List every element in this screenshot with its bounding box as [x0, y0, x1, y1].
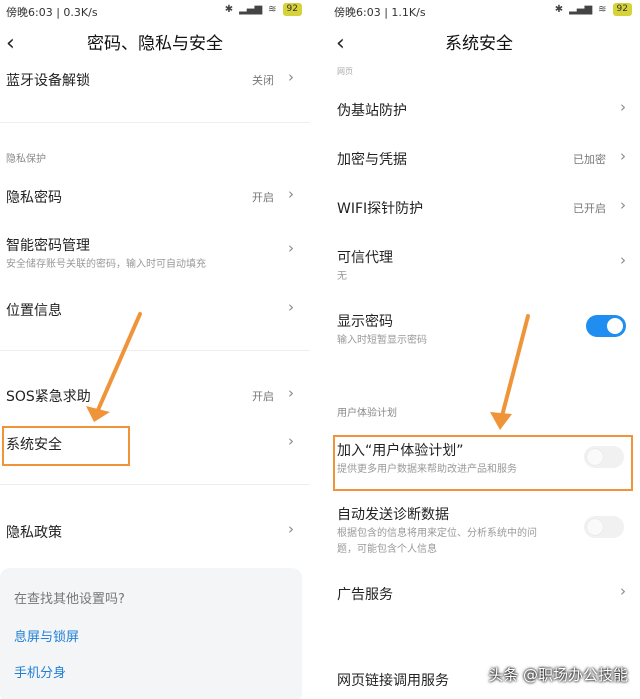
item-subtitle: 安全储存账号关联的密码，输入时可自动填充 — [6, 259, 206, 270]
list-item-ad-service[interactable]: 广告服务 › — [318, 580, 640, 610]
signal-icon: ▂▄▆ — [569, 4, 593, 15]
item-subtitle: 输入时短暂显示密码 — [337, 335, 427, 346]
status-bar: 傍晚6:03 | 1.1K/s ✱ ▂▄▆ ≋ 92 — [318, 0, 640, 24]
item-label: 隐私密码 — [6, 190, 62, 206]
link-lock-screen[interactable]: 息屏与锁屏 — [14, 626, 79, 645]
auto-diagnostics-toggle[interactable] — [584, 516, 624, 538]
header: ‹ 系统安全 — [318, 28, 640, 60]
item-label: 伪基站防护 — [337, 103, 407, 119]
list-item-bluetooth-unlock[interactable]: 蓝牙设备解锁 关闭 › — [0, 66, 310, 96]
item-value: 开启 — [252, 191, 274, 204]
left-screen: 傍晚6:03 | 0.3K/s ✱ ▂▄▆ ≋ 92 ‹ 密码、隐私与安全 蓝牙… — [0, 0, 310, 699]
item-label: 网页链接调用服务 — [337, 673, 449, 689]
item-subtitle-2: 题，可能包含个人信息 — [337, 544, 437, 555]
list-item-sos[interactable]: SOS紧急求助 开启 › — [0, 382, 310, 412]
highlight-box — [2, 426, 130, 466]
item-label: 加密与凭据 — [337, 152, 407, 168]
list-item-wifi-probe[interactable]: WIFI探针防护 已开启 › — [318, 194, 640, 224]
page-title: 系统安全 — [445, 34, 513, 54]
section-header: 隐私保护 — [6, 154, 46, 165]
item-label: WIFI探针防护 — [337, 201, 424, 217]
battery-icon: 92 — [282, 3, 302, 16]
right-screen: 傍晚6:03 | 1.1K/s ✱ ▂▄▆ ≋ 92 ‹ 系统安全 网页 伪基站… — [318, 0, 640, 699]
item-label: SOS紧急求助 — [6, 389, 91, 405]
list-item-auto-diagnostics: 自动发送诊断数据 根据包含的信息将用来定位、分析系统中的问 题，可能包含个人信息 — [318, 504, 640, 560]
list-item-privacy-policy[interactable]: 隐私政策 › — [0, 518, 310, 548]
chevron-right-icon: › — [620, 98, 626, 116]
divider — [0, 484, 310, 485]
status-bar: 傍晚6:03 | 0.3K/s ✱ ▂▄▆ ≋ 92 — [0, 0, 310, 24]
chevron-right-icon: › — [620, 582, 626, 600]
status-time-speed: 傍晚6:03 | 1.1K/s — [334, 6, 426, 19]
show-password-toggle[interactable] — [586, 315, 626, 337]
battery-icon: 92 — [612, 3, 632, 16]
bluetooth-icon: ✱ — [224, 4, 234, 15]
chevron-right-icon: › — [288, 185, 294, 203]
chevron-right-icon: › — [620, 251, 626, 269]
wifi-icon: ≋ — [268, 4, 277, 15]
wifi-icon: ≋ — [598, 4, 607, 15]
chevron-right-icon: › — [288, 298, 294, 316]
chevron-right-icon: › — [288, 239, 294, 257]
chevron-right-icon: › — [288, 68, 294, 86]
list-item-location[interactable]: 位置信息 › — [0, 296, 310, 326]
chevron-right-icon: › — [620, 147, 626, 165]
item-label: 显示密码 — [337, 314, 393, 330]
list-item-privacy-password[interactable]: 隐私密码 开启 › — [0, 183, 310, 213]
item-label: 蓝牙设备解锁 — [6, 73, 90, 89]
item-label: 位置信息 — [6, 303, 62, 319]
item-subtitle: 无 — [337, 271, 347, 282]
divider — [0, 122, 310, 123]
item-label: 可信代理 — [337, 250, 393, 266]
header: ‹ 密码、隐私与安全 — [0, 28, 310, 60]
chevron-right-icon: › — [288, 432, 294, 450]
status-time-speed: 傍晚6:03 | 0.3K/s — [6, 6, 98, 19]
item-label: 智能密码管理 — [6, 238, 90, 254]
clipped-text: 网页 — [337, 67, 353, 76]
highlight-box — [333, 435, 633, 491]
item-label: 自动发送诊断数据 — [337, 507, 449, 523]
watermark: 头条 @职场办公技能 — [488, 666, 628, 684]
item-value: 关闭 — [252, 74, 274, 87]
list-item-encryption[interactable]: 加密与凭据 已加密 › — [318, 145, 640, 175]
item-value: 已开启 — [573, 202, 606, 215]
item-label: 隐私政策 — [6, 525, 62, 541]
link-second-space[interactable]: 手机分身 — [14, 662, 66, 681]
page-title: 密码、隐私与安全 — [87, 34, 223, 54]
divider — [0, 350, 310, 351]
list-item-trusted-agent[interactable]: 可信代理 无 › — [318, 245, 640, 285]
search-card-title: 在查找其他设置吗? — [14, 592, 125, 607]
bluetooth-icon: ✱ — [554, 4, 564, 15]
list-item-pseudo-base-station[interactable]: 伪基站防护 › — [318, 96, 640, 126]
item-value: 开启 — [252, 390, 274, 403]
chevron-right-icon: › — [620, 196, 626, 214]
item-subtitle: 根据包含的信息将用来定位、分析系统中的问 — [337, 528, 537, 539]
list-item-smart-password[interactable]: 智能密码管理 安全储存账号关联的密码，输入时可自动填充 › — [0, 233, 310, 273]
item-value: 已加密 — [573, 153, 606, 166]
search-suggestion-card: 在查找其他设置吗? 息屏与锁屏 手机分身 — [0, 568, 302, 699]
list-item-show-password: 显示密码 输入时短暂显示密码 — [318, 309, 640, 349]
chevron-right-icon: › — [288, 384, 294, 402]
chevron-right-icon: › — [288, 520, 294, 538]
signal-icon: ▂▄▆ — [239, 4, 263, 15]
item-label: 广告服务 — [337, 587, 393, 603]
section-header: 用户体验计划 — [337, 408, 397, 419]
